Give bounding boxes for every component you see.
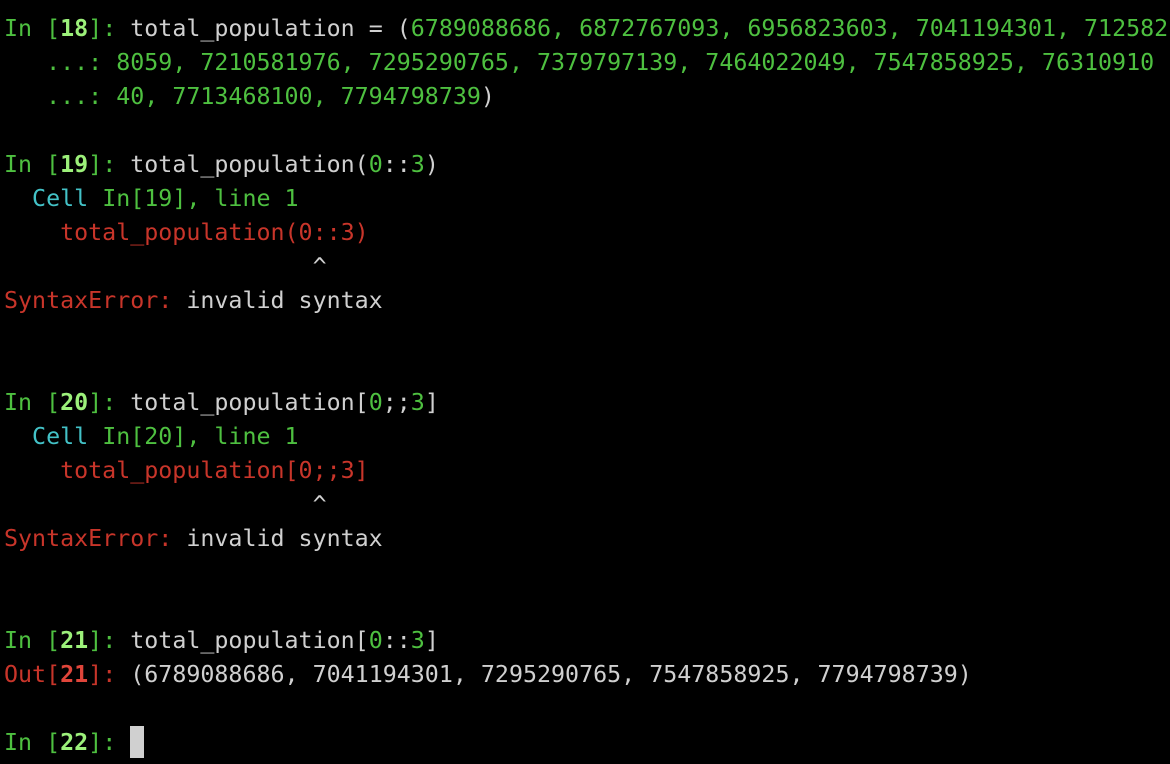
code-numbers: 6789088686, 6872767093, 6956823603, 7041… <box>410 15 1169 42</box>
traceback-cell-ref: Cell In[20], line 1 <box>0 420 1170 454</box>
code-number: 0 <box>368 627 383 654</box>
error-text: invalid syntax <box>172 525 383 552</box>
prompt-number: 18 <box>60 15 89 42</box>
code-number: 3 <box>410 389 425 416</box>
code-text: total_population[ <box>130 627 369 654</box>
prompt-number: 20 <box>60 389 89 416</box>
terminal-window[interactable]: In [18]: total_population = (6789088686,… <box>0 0 1170 764</box>
code-number: 3 <box>410 151 425 178</box>
traceback-code: total_population[0;;3] <box>4 457 369 484</box>
cell-ref-location: In[19], line 1 <box>102 185 299 212</box>
code-text: :: <box>382 151 411 178</box>
code-text: ) <box>424 151 439 178</box>
output-line-21: Out[21]: (6789088686, 7041194301, 729529… <box>0 658 1170 692</box>
continuation-line: ...: 8059, 7210581976, 7295290765, 73797… <box>0 46 1170 80</box>
error-caret: ^ <box>4 253 327 280</box>
error-text: invalid syntax <box>172 287 383 314</box>
code-number: 3 <box>410 627 425 654</box>
in-prompt: In [ <box>4 389 61 416</box>
prompt-number: 22 <box>60 729 89 756</box>
code-text: total_population( <box>130 151 369 178</box>
in-prompt: In [ <box>4 15 61 42</box>
out-prompt: Out[ <box>4 661 61 688</box>
cell-ref-location: In[20], line 1 <box>102 423 299 450</box>
code-text: total_population[ <box>130 389 369 416</box>
in-prompt-close: ]: <box>88 151 131 178</box>
in-prompt: In [ <box>4 151 61 178</box>
traceback-code: total_population(0::3) <box>4 219 369 246</box>
in-prompt-close: ]: <box>88 15 131 42</box>
in-prompt-close: ]: <box>88 389 131 416</box>
input-line-19: In [19]: total_population(0::3) <box>0 148 1170 182</box>
input-line-21: In [21]: total_population[0::3] <box>0 624 1170 658</box>
in-prompt-close: ]: <box>88 729 131 756</box>
input-line-22[interactable]: In [22]: <box>0 725 1170 760</box>
code-number: 0 <box>368 389 383 416</box>
code-numbers: 8059, 7210581976, 7295290765, 7379797139… <box>116 49 1155 76</box>
in-prompt-close: ]: <box>88 627 131 654</box>
in-prompt: In [ <box>4 627 61 654</box>
code-text: total_population = ( <box>130 15 411 42</box>
out-prompt-close: ]: <box>88 661 131 688</box>
continuation-line: ...: 40, 7713468100, 7794798739) <box>0 80 1170 114</box>
prompt-number: 19 <box>60 151 89 178</box>
code-text: ] <box>424 389 439 416</box>
text-cursor[interactable] <box>130 725 145 758</box>
code-text: ] <box>424 627 439 654</box>
input-line-20: In [20]: total_population[0;;3] <box>0 386 1170 420</box>
continuation-prompt: ...: <box>4 49 117 76</box>
error-caret: ^ <box>4 491 327 518</box>
error-message: SyntaxError: invalid syntax <box>0 522 1170 556</box>
traceback-cell-ref: Cell In[19], line 1 <box>0 182 1170 216</box>
in-prompt: In [ <box>4 729 61 756</box>
error-message: SyntaxError: invalid syntax <box>0 284 1170 318</box>
out-number: 21 <box>60 661 89 688</box>
output-value: (6789088686, 7041194301, 7295290765, 754… <box>130 661 972 688</box>
code-text: ;; <box>382 389 411 416</box>
code-number: 0 <box>368 151 383 178</box>
cell-ref-label: Cell <box>4 185 103 212</box>
error-type: SyntaxError: <box>4 525 173 552</box>
input-line-18: In [18]: total_population = (6789088686,… <box>0 12 1170 46</box>
prompt-number: 21 <box>60 627 89 654</box>
error-type: SyntaxError: <box>4 287 173 314</box>
cell-ref-label: Cell <box>4 423 103 450</box>
code-numbers: 40, 7713468100, 7794798739 <box>116 83 481 110</box>
continuation-prompt: ...: <box>4 83 117 110</box>
code-text: :: <box>382 627 411 654</box>
code-text: ) <box>480 83 495 110</box>
